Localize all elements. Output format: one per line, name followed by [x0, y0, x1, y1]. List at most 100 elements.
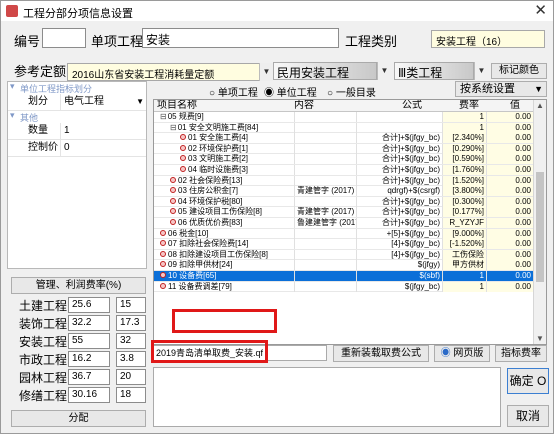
column-header-formula[interactable]: 公式 — [402, 100, 422, 111]
cell-content: 鲁建建管字 (2017) — [294, 217, 356, 228]
cell-rate: [2.340%] — [442, 133, 486, 144]
cell-formula: 合计]+$(jfgy_bc) — [356, 154, 442, 165]
column-header-content[interactable]: 内容 — [294, 100, 314, 111]
radio-selected-icon: ◉ — [264, 88, 274, 99]
scrollbar-thumb[interactable] — [536, 172, 544, 282]
notes-textarea[interactable] — [153, 367, 501, 427]
cell-value: 0.00 — [486, 239, 534, 250]
table-row[interactable]: 03 住房公积金[7] 青建管字 (2017) qdrgf)+$(csrgf) [3.… — [154, 186, 534, 197]
table-row[interactable]: 09 扣除甲供材[24] $(jfgy) 甲方供材 0.00 — [154, 260, 534, 271]
assign-button[interactable]: 分配 — [11, 410, 146, 427]
cell-name: 11 设备费调差[79] — [156, 282, 294, 292]
table-row[interactable]: 05 建设项目工伤保险[8] 青建管字 (2017) 合计]+$(jfgy_bc)[… — [154, 207, 534, 218]
item-input[interactable]: 安装 — [142, 28, 339, 48]
web-version-button[interactable]: ◉ 网页版 — [434, 345, 490, 362]
scroll-down-icon[interactable]: ▼ — [536, 334, 544, 343]
table-header: 项目名称 内容 公式 费率 值 — [154, 100, 534, 112]
index-rate-button[interactable]: 指标费率 — [495, 345, 547, 362]
cell-name-text: 11 设备费调差[79] — [168, 281, 232, 291]
rate-mgmt-input[interactable]: 25.6 — [68, 297, 110, 313]
table-row[interactable]: 11 设备费调差[79] $(jfgy_bc) 1 0.00 — [154, 281, 534, 293]
section-index[interactable]: 单位工程指标划分 — [8, 81, 146, 94]
rate-profit-input[interactable]: 17.3 — [116, 315, 146, 331]
control-price-field[interactable]: 0 — [60, 140, 146, 156]
cell-name: ⊟05 规费[9] — [156, 112, 294, 122]
table-row[interactable]: 04 临时设施费[3] 合计]+$(jfgy_bc) [1.760%] 0.00 — [154, 164, 534, 176]
cell-formula — [356, 122, 442, 133]
rate-mgmt-input[interactable]: 32.2 — [68, 315, 110, 331]
cell-value: 0.00 — [486, 143, 534, 154]
rate-mgmt-input[interactable]: 16.2 — [68, 351, 110, 367]
rate-label: 安装工程 — [19, 335, 68, 349]
cell-value: 0.00 — [486, 217, 534, 228]
cell-value: 0.00 — [486, 164, 534, 175]
cell-rate: [1.520%] — [442, 175, 486, 186]
column-header-name[interactable]: 项目名称 — [157, 100, 197, 111]
rate-profit-input[interactable]: 15 — [116, 297, 146, 313]
rate-label: 土建工程 — [19, 299, 68, 313]
system-setting-select[interactable]: 按系统设置 ▼ — [455, 81, 547, 97]
section-other[interactable]: 其他 — [8, 110, 146, 123]
class-select[interactable]: Ⅲ类工程 — [394, 62, 474, 80]
table-row[interactable]: 10 设备费[65] $(sbf) 1 0.00 — [154, 270, 534, 282]
table-row[interactable]: ⊟05 规费[9] 1 0.00 — [154, 112, 534, 123]
scroll-up-icon[interactable]: ▲ — [536, 101, 544, 110]
rate-profit-input[interactable]: 18 — [116, 387, 146, 403]
cancel-button[interactable]: 取消 — [507, 405, 549, 427]
radio-unit-project[interactable]: ◉ 单位工程 — [264, 84, 317, 99]
rate-profit-input[interactable]: 3.8 — [116, 351, 146, 367]
rate-mgmt-input[interactable]: 36.7 — [68, 369, 110, 385]
code-input[interactable] — [42, 28, 86, 48]
item-label: 单项工程 — [91, 34, 144, 49]
table-row[interactable]: 02 社会保险费[13] 合计]+$(jfgy_bc) [1.520%] 0.00 — [154, 175, 534, 187]
cell-value: 0.00 — [486, 175, 534, 186]
type-select[interactable]: 民用安装工程 — [273, 62, 377, 80]
rate-mgmt-input[interactable]: 55 — [68, 333, 110, 349]
mark-color-button[interactable]: 标记颜色 — [491, 63, 547, 79]
chevron-down-icon[interactable]: ▼ — [259, 63, 273, 81]
cell-name: ⊟01 安全文明施工费[84] — [156, 123, 294, 133]
fee-node-icon — [170, 197, 176, 204]
table-row[interactable]: 06 税金[10] +[5]+$(jfgy_bc) [9.000%] 0.00 — [154, 228, 534, 240]
fee-node-icon — [160, 240, 166, 247]
radio-single-project[interactable]: ○ 单项工程 — [209, 84, 258, 99]
property-row: 数量 1 — [8, 123, 146, 140]
table-row[interactable]: 07 扣除社会保险费[14] [4]+$(jfgy_bc) [-1.520%] 0.0… — [154, 239, 534, 250]
cell-formula: 合计]+$(jfgy_bc) — [356, 164, 442, 175]
table-row[interactable]: 04 环境保护税[80] 合计]+$(jfgy_bc) [0.300%] 0.00 — [154, 196, 534, 208]
chevron-down-icon[interactable]: ▼ — [474, 62, 488, 80]
table-row[interactable]: ⊟01 安全文明施工费[84] 1 0.00 — [154, 122, 534, 134]
column-header-rate[interactable]: 费率 — [459, 100, 479, 111]
rate-label: 市政工程 — [19, 353, 68, 367]
fee-node-icon — [180, 134, 186, 141]
radio-general-dir[interactable]: ○ 一般目录 — [327, 84, 376, 99]
table-row[interactable]: 02 环境保护费[1] 合计]+$(jfgy_bc) [0.290%] 0.00 — [154, 143, 534, 155]
quantity-field[interactable]: 1 — [60, 123, 146, 139]
table-row[interactable]: 06 优质优价费[83] 鲁建建管字 (2017) 合计]+$(jfgy_bc) R_… — [154, 217, 534, 229]
quota-select[interactable]: 2016山东省安装工程消耗量定额 — [67, 63, 271, 81]
cell-content — [294, 122, 356, 133]
property-key: 划分 — [28, 96, 48, 107]
reload-formula-button[interactable]: 重新装载取费公式 — [333, 345, 429, 362]
table-row[interactable]: 01 安全施工费[4] 合计]+$(jfgy_bc) [2.340%] 0.00 — [154, 133, 534, 144]
cell-name-text: 04 环境保护税[80] — [178, 196, 243, 206]
fee-node-icon — [170, 176, 176, 183]
table-row[interactable]: 03 文明施工费[2] 合计]+$(jfgy_bc) [0.590%] 0.00 — [154, 154, 534, 165]
chevron-down-icon[interactable]: ▼ — [377, 62, 391, 80]
category-select[interactable]: 安装工程（16） — [431, 30, 545, 48]
cell-name: 08 扣除建设项目工伤保险[8] — [156, 250, 294, 260]
rates-header[interactable]: 管理、利润费率(%) — [11, 277, 146, 294]
ok-button[interactable]: 确定 O — [507, 368, 549, 394]
vertical-scrollbar[interactable]: ▲ ▼ — [533, 100, 546, 344]
cell-content: 青建管字 (2017) — [294, 207, 356, 218]
close-icon[interactable]: ✕ — [534, 2, 547, 19]
cell-name-text: 08 扣除建设项目工伤保险[8] — [168, 249, 269, 259]
table-row[interactable]: 08 扣除建设项目工伤保险[8] [4]+$(jfgy_bc) 工伤保险 0.00 — [154, 249, 534, 261]
rate-profit-input[interactable]: 20 — [116, 369, 146, 385]
cell-rate: [0.300%] — [442, 196, 486, 207]
column-header-value[interactable]: 值 — [510, 100, 520, 111]
rate-profit-input[interactable]: 32 — [116, 333, 146, 349]
rate-mgmt-input[interactable]: 30.16 — [68, 387, 110, 403]
division-select[interactable]: 电气工程 ▼ — [60, 94, 146, 110]
cell-rate: 1 — [442, 112, 486, 122]
